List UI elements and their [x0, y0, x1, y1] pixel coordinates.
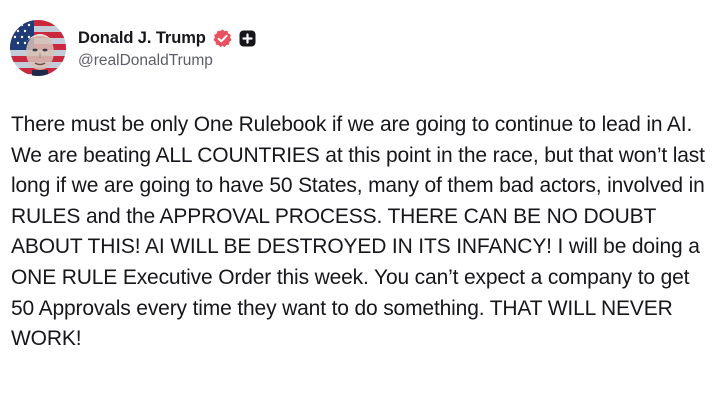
post-header: Donald J. Trump @realDonaldTrump — [10, 20, 256, 76]
author-display-name[interactable]: Donald J. Trump — [78, 29, 206, 48]
author-meta: Donald J. Trump @realDonaldTrump — [78, 26, 256, 70]
author-handle[interactable]: @realDonaldTrump — [78, 52, 256, 70]
avatar[interactable] — [10, 20, 66, 76]
post-card: Donald J. Trump @realDonaldTrump There m… — [0, 0, 713, 416]
verified-badge-icon — [212, 28, 233, 49]
author-name-row: Donald J. Trump — [78, 26, 256, 50]
post-body-text: There must be only One Rulebook if we ar… — [11, 113, 705, 351]
avatar-image — [10, 20, 66, 76]
plus-square-icon[interactable] — [239, 30, 256, 47]
